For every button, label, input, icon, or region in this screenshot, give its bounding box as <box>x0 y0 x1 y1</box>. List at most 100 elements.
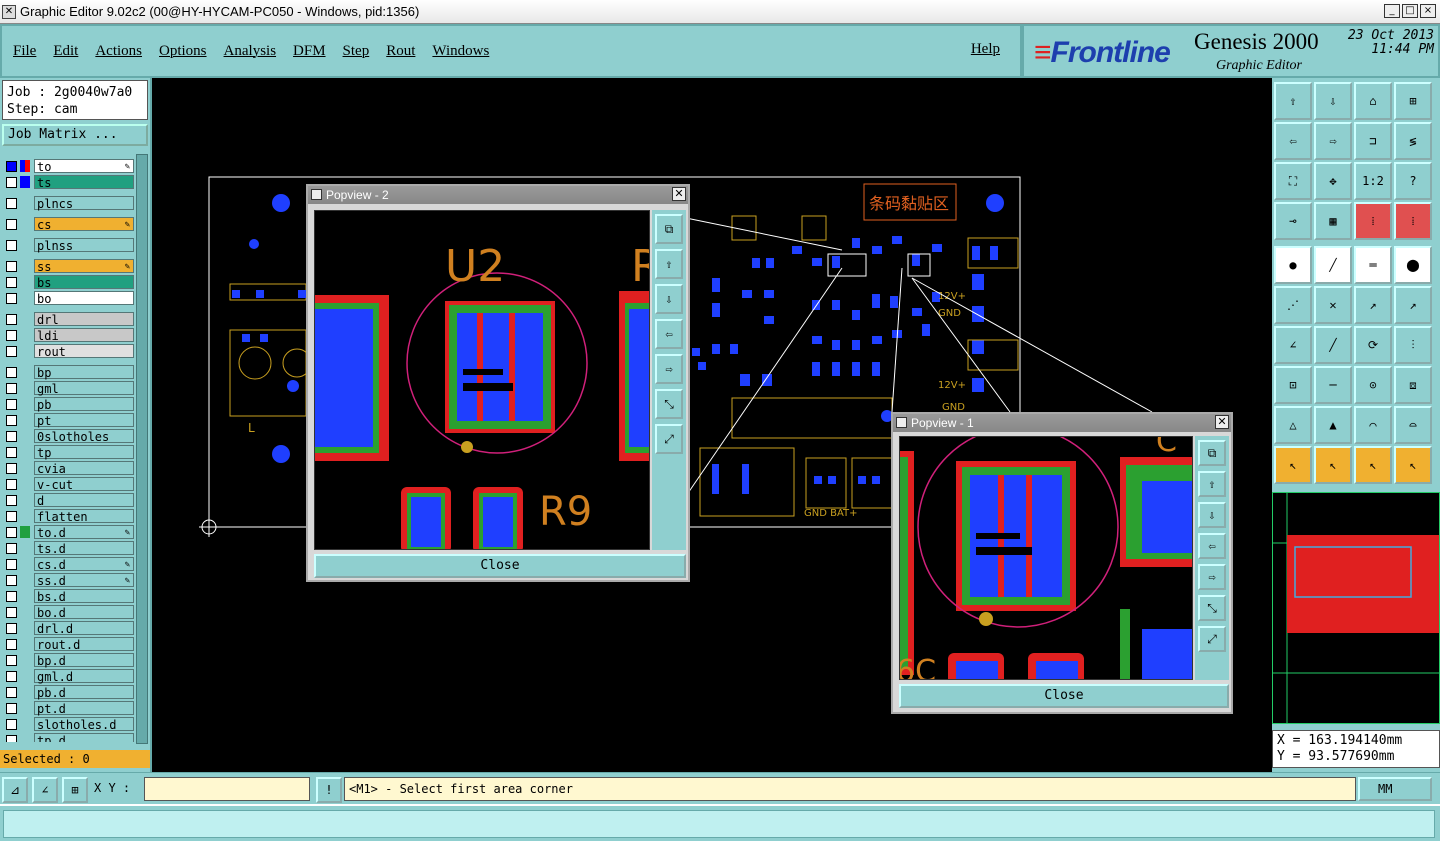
layer-color-swatch[interactable] <box>20 526 30 538</box>
zoom-area-icon[interactable]: ✥ <box>1314 162 1352 200</box>
layer-row[interactable]: drl <box>2 311 134 327</box>
angle-snap-icon[interactable]: ∠ <box>32 777 58 803</box>
pan-down-icon[interactable]: ⇩ <box>1198 502 1226 528</box>
window-menu-icon[interactable] <box>896 417 907 428</box>
layer-color-swatch[interactable] <box>20 462 30 474</box>
layer-checkbox[interactable] <box>6 718 17 730</box>
layer-name[interactable]: ts <box>34 175 134 190</box>
slash-icon[interactable]: ╱ <box>1314 326 1352 364</box>
layer-color-swatch[interactable] <box>20 160 30 172</box>
layer-name[interactable]: cs.d ✎ <box>34 557 134 572</box>
pad-icon[interactable]: ● <box>1274 246 1312 284</box>
layer-color-swatch[interactable] <box>20 590 30 602</box>
layer-row[interactable]: tp.d <box>2 732 134 742</box>
zoom-fit-icon[interactable]: ⛶ <box>1274 162 1312 200</box>
zoom-out-icon[interactable]: ⤢ <box>655 424 683 454</box>
layer-checkbox[interactable] <box>6 218 17 230</box>
menu-step[interactable]: Step <box>343 43 370 60</box>
move-node-icon[interactable]: ↗ <box>1354 286 1392 324</box>
layer-name[interactable]: bp.d <box>34 653 134 668</box>
layer-color-swatch[interactable] <box>20 176 30 188</box>
layer-checkbox[interactable] <box>6 590 17 602</box>
layer-name[interactable]: ss.d ✎ <box>34 573 134 588</box>
layer-name[interactable]: ss ✎ <box>34 259 134 274</box>
layer-row[interactable]: drl.d <box>2 620 134 636</box>
layer-name[interactable]: rout <box>34 344 134 359</box>
layer-name[interactable]: ts.d <box>34 541 134 556</box>
layer-color-swatch[interactable] <box>20 734 30 742</box>
zoom-home-icon[interactable]: ⇧ <box>1274 82 1312 120</box>
layer-row[interactable]: rout <box>2 343 134 359</box>
popview-2-view[interactable]: U2 R9 R <box>314 210 650 550</box>
layer-checkbox[interactable] <box>6 382 17 394</box>
menu-edit[interactable]: Edit <box>53 43 78 60</box>
alert-icon[interactable]: ! <box>316 777 342 803</box>
menu-actions[interactable]: Actions <box>95 43 142 60</box>
layer-row[interactable]: d <box>2 492 134 508</box>
layer-name[interactable]: slotholes.d <box>34 717 134 732</box>
layer-color-swatch[interactable] <box>20 218 30 230</box>
menu-dfm[interactable]: DFM <box>293 43 326 60</box>
layer-row[interactable]: rout.d <box>2 636 134 652</box>
job-matrix-button[interactable]: Job Matrix ... <box>2 124 148 146</box>
zoom-1to1-icon[interactable]: 1:2 <box>1354 162 1392 200</box>
layer-color-swatch[interactable] <box>20 718 30 730</box>
menu-options[interactable]: Options <box>159 43 207 60</box>
layer-name[interactable]: tp.d <box>34 733 134 742</box>
layer-row[interactable]: 0slotholes <box>2 428 134 444</box>
pan-down-icon[interactable]: ⇩ <box>655 284 683 314</box>
grid-snap-icon[interactable]: ⊞ <box>62 777 88 803</box>
layer-checkbox[interactable] <box>6 276 17 288</box>
layer-name[interactable]: plncs <box>34 196 134 211</box>
layer-name[interactable]: drl <box>34 312 134 327</box>
layer-checkbox[interactable] <box>6 260 17 272</box>
home-view-icon[interactable]: ⌂ <box>1354 82 1392 120</box>
layer-color-swatch[interactable] <box>20 558 30 570</box>
layer-checkbox[interactable] <box>6 398 17 410</box>
layer-color-swatch[interactable] <box>20 366 30 378</box>
pan-left-icon[interactable]: ⇦ <box>1198 533 1226 559</box>
pan-right-icon[interactable]: ⇨ <box>1198 564 1226 590</box>
layer-row[interactable]: bo <box>2 290 134 306</box>
snap-icon[interactable]: ⊸ <box>1274 202 1312 240</box>
layer-row[interactable]: gml <box>2 380 134 396</box>
layer-row[interactable]: tp <box>2 444 134 460</box>
overlap-icon[interactable]: ⧈ <box>1394 366 1432 404</box>
layer-color-swatch[interactable] <box>20 638 30 650</box>
layer-color-swatch[interactable] <box>20 478 30 490</box>
circle-icon[interactable]: ⬤ <box>1394 246 1432 284</box>
layer-checkbox[interactable] <box>6 574 17 586</box>
layer-color-swatch[interactable] <box>20 494 30 506</box>
layer-checkbox[interactable] <box>6 702 17 714</box>
line-draw-icon[interactable]: ╱ <box>1314 246 1352 284</box>
layer-display-icon[interactable]: ⁞ <box>1354 202 1392 240</box>
layer-row[interactable]: bs.d <box>2 588 134 604</box>
horizontal-line-icon[interactable]: ─ <box>1314 366 1352 404</box>
layer-color-swatch[interactable] <box>20 414 30 426</box>
layer-color-swatch[interactable] <box>20 239 30 251</box>
layer-row[interactable]: to.d ✎ <box>2 524 134 540</box>
close-window-button[interactable]: × <box>1420 4 1436 18</box>
layer-name[interactable]: to.d ✎ <box>34 525 134 540</box>
layer-compare-icon[interactable]: ⁞ <box>1394 202 1432 240</box>
popview-1-titlebar[interactable]: Popview - 1 ✕ <box>893 414 1231 432</box>
popview-1-view[interactable]: C 6C <box>899 436 1193 680</box>
select-box-icon[interactable]: ↖ <box>1314 446 1352 484</box>
layer-name[interactable]: to ✎ <box>34 159 134 174</box>
layer-color-swatch[interactable] <box>20 606 30 618</box>
layer-color-swatch[interactable] <box>20 276 30 288</box>
layer-name[interactable]: cs ✎ <box>34 217 134 232</box>
mirror-icon[interactable]: ⊐ <box>1354 122 1392 160</box>
triangle-icon[interactable]: △ <box>1274 406 1312 444</box>
layer-row[interactable]: slotholes.d <box>2 716 134 732</box>
layer-color-swatch[interactable] <box>20 382 30 394</box>
split-view-icon[interactable]: ⊞ <box>1394 82 1432 120</box>
layer-color-swatch[interactable] <box>20 313 30 325</box>
layer-name[interactable]: 0slotholes <box>34 429 134 444</box>
layer-name[interactable]: bs <box>34 275 134 290</box>
menu-windows[interactable]: Windows <box>432 43 489 60</box>
measure-icon[interactable]: ═ <box>1354 246 1392 284</box>
layer-checkbox[interactable] <box>6 654 17 666</box>
select-lasso-icon[interactable]: ↖ <box>1354 446 1392 484</box>
menu-rout[interactable]: Rout <box>386 43 415 60</box>
